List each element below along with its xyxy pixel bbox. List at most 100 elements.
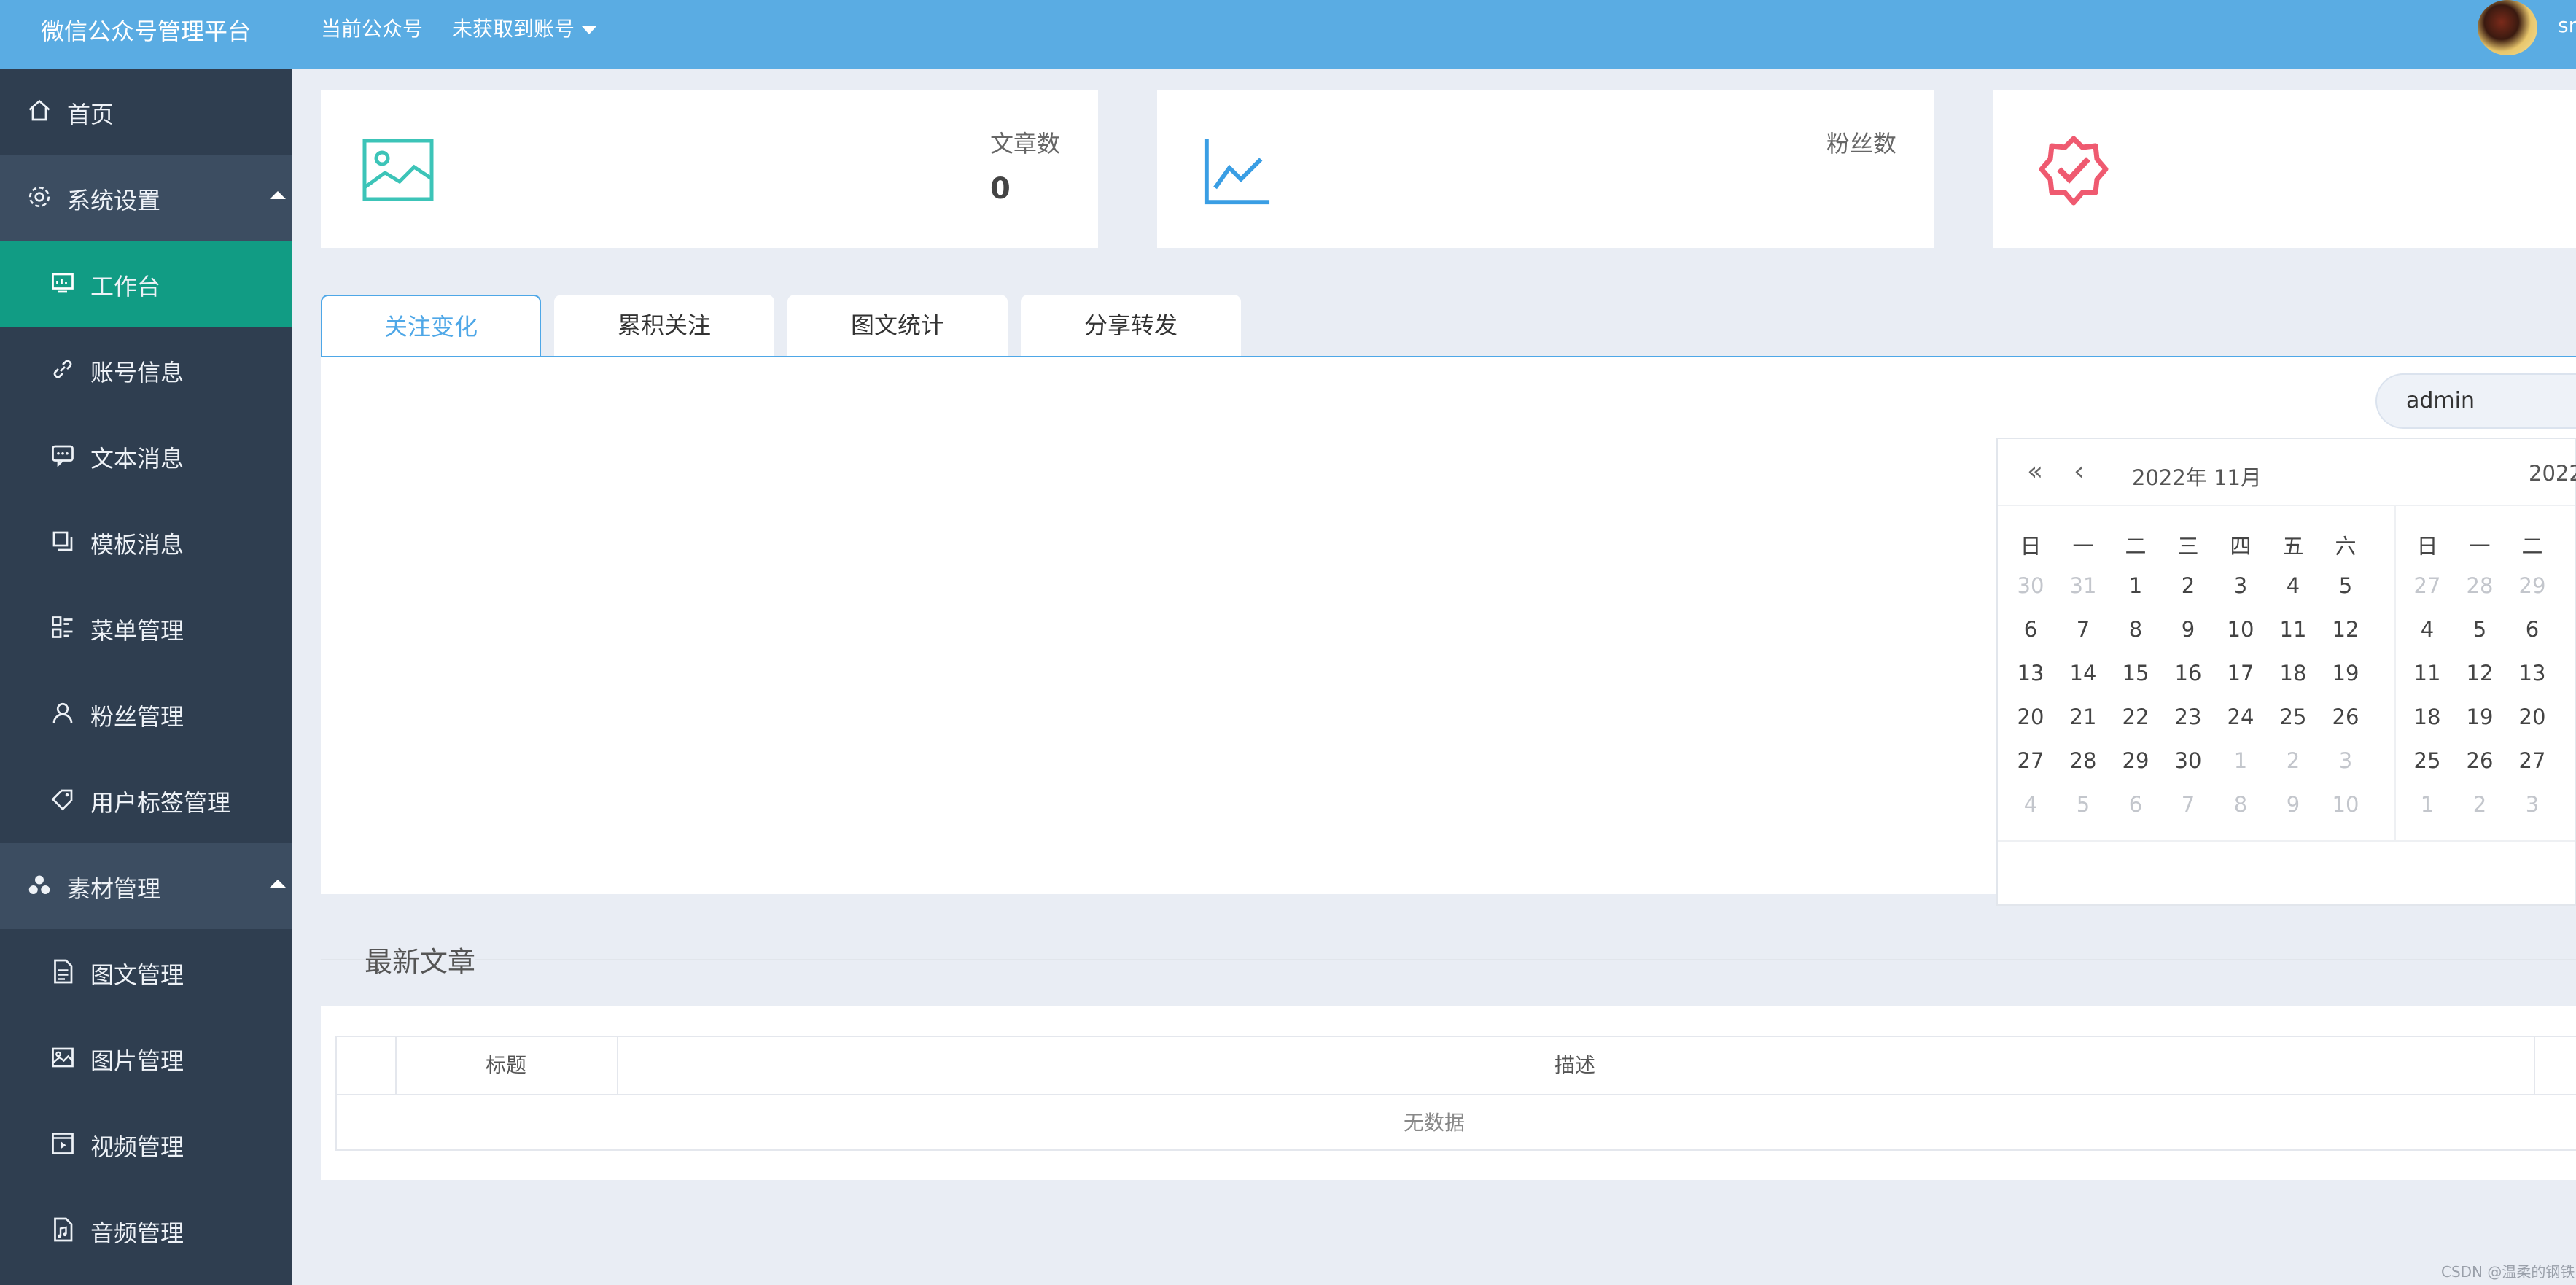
calendar-day[interactable]: 10: [2320, 792, 2371, 817]
sidebar-item-audio-manage[interactable]: 音频管理: [0, 1187, 292, 1273]
calendar-day[interactable]: 29: [2110, 748, 2161, 773]
weekday-label: 一: [2072, 534, 2094, 559]
tab-cumulative-follow[interactable]: 累积关注: [554, 295, 774, 356]
calendar-day[interactable]: 1: [2110, 573, 2161, 598]
calendar-day[interactable]: 5: [2454, 617, 2505, 642]
calendar-day[interactable]: 29: [2507, 573, 2558, 598]
sidebar-item-label: 视频管理: [90, 1133, 184, 1161]
sidebar-item-video-manage[interactable]: 视频管理: [0, 1101, 292, 1187]
calendar-day[interactable]: 19: [2454, 704, 2505, 729]
calendar-day[interactable]: 3: [2215, 573, 2266, 598]
calendar-day[interactable]: 1: [2215, 748, 2266, 773]
calendar-day[interactable]: 9: [2268, 792, 2319, 817]
calendar-day[interactable]: 3: [2507, 792, 2558, 817]
calendar-day[interactable]: 25: [2268, 704, 2319, 729]
picture-icon: [362, 139, 434, 201]
calendar-day[interactable]: 22: [2110, 704, 2161, 729]
sidebar-item-image-manage[interactable]: 图片管理: [0, 1015, 292, 1101]
account-dropdown-label: 未获取到账号: [452, 17, 575, 41]
calendar-day[interactable]: 21: [2058, 704, 2109, 729]
calendar-day[interactable]: 17: [2215, 661, 2266, 686]
calendar-day[interactable]: 2: [2163, 573, 2214, 598]
calendar-day[interactable]: 12: [2320, 617, 2371, 642]
calendar-day[interactable]: 2: [2454, 792, 2505, 817]
calendar-day[interactable]: 19: [2320, 661, 2371, 686]
calendar-day[interactable]: 8: [2110, 617, 2161, 642]
calendar-day[interactable]: 26: [2320, 704, 2371, 729]
calendar-day[interactable]: 25: [2402, 748, 2453, 773]
column-header-title: 标题: [485, 1053, 526, 1077]
calendar-day[interactable]: 4: [2268, 573, 2319, 598]
menu-icon: [52, 616, 73, 638]
calendar-day[interactable]: 15: [2110, 661, 2161, 686]
calendar-day[interactable]: 7: [2163, 792, 2214, 817]
calendar-day[interactable]: 26: [2454, 748, 2505, 773]
calendar-day[interactable]: 24: [2215, 704, 2266, 729]
sidebar-item-home[interactable]: 首页: [0, 69, 292, 155]
account-dropdown[interactable]: 未获取到账号: [452, 13, 597, 42]
calendar-day[interactable]: 2: [2268, 748, 2319, 773]
calendar-day[interactable]: 6: [2005, 617, 2056, 642]
calendar-day[interactable]: 30: [2163, 748, 2214, 773]
sidebar-item-account-info[interactable]: 账号信息: [0, 327, 292, 413]
calendar-day[interactable]: 10: [2215, 617, 2266, 642]
calendar-day[interactable]: 27: [2402, 573, 2453, 598]
calendar-day[interactable]: 3: [2320, 748, 2371, 773]
tab-share-forward[interactable]: 分享转发: [1021, 295, 1241, 356]
gear-icon: [28, 186, 50, 208]
calendar-day[interactable]: 18: [2402, 704, 2453, 729]
calendar-day[interactable]: 14: [2058, 661, 2109, 686]
tab-article-stats[interactable]: 图文统计: [787, 295, 1008, 356]
calendar-day[interactable]: 27: [2507, 748, 2558, 773]
calendar-day[interactable]: 1: [2402, 792, 2453, 817]
username-label[interactable]: sr: [2558, 13, 2576, 37]
calendar-day[interactable]: 16: [2163, 661, 2214, 686]
stat-card-verified: [1993, 90, 2576, 248]
sidebar-item-article-manage[interactable]: 图文管理: [0, 929, 292, 1015]
sidebar-item-text-message[interactable]: 文本消息: [0, 413, 292, 499]
calendar-day[interactable]: 9: [2163, 617, 2214, 642]
calendar-day[interactable]: 8: [2215, 792, 2266, 817]
sidebar-item-menu-manage[interactable]: 菜单管理: [0, 585, 292, 671]
chevron-left-icon[interactable]: ‹: [2074, 457, 2084, 486]
caret-up-icon: [270, 191, 286, 199]
calendar-day[interactable]: 11: [2268, 617, 2319, 642]
calendar-day[interactable]: 11: [2402, 661, 2453, 686]
calendar-day[interactable]: 23: [2163, 704, 2214, 729]
calendar-day[interactable]: 20: [2507, 704, 2558, 729]
calendar-day[interactable]: 27: [2005, 748, 2056, 773]
sidebar-item-template-message[interactable]: 模板消息: [0, 499, 292, 585]
date-range-input[interactable]: admin: [2375, 373, 2576, 429]
sidebar-item-fans-manage[interactable]: 粉丝管理: [0, 671, 292, 757]
weekday-label: 日: [2020, 534, 2042, 559]
calendar-day[interactable]: 12: [2454, 661, 2505, 686]
tab-follow-change[interactable]: 关注变化: [321, 295, 541, 356]
calendar-day[interactable]: 6: [2110, 792, 2161, 817]
calendar-day[interactable]: 13: [2507, 661, 2558, 686]
current-account-label: 当前公众号: [321, 17, 424, 41]
calendar-day[interactable]: 6: [2507, 617, 2558, 642]
calendar-day[interactable]: 30: [2005, 573, 2056, 598]
date-picker-popup: « ‹ 2022年 11月 2022 日一二三四五六 30 31 1 2 3 4 5 6 7 8 9 1…: [1996, 438, 2576, 906]
calendar-day[interactable]: 13: [2005, 661, 2056, 686]
sidebar-item-system-settings[interactable]: 系统设置: [0, 155, 292, 241]
calendar-day[interactable]: 4: [2005, 792, 2056, 817]
tag-icon: [51, 789, 73, 811]
calendar-day[interactable]: 18: [2268, 661, 2319, 686]
sidebar-item-material-manage[interactable]: 素材管理: [0, 843, 292, 929]
sidebar-item-label: 首页: [67, 101, 114, 128]
calendar-day[interactable]: 5: [2058, 792, 2109, 817]
sidebar-item-workbench[interactable]: 工作台: [0, 241, 292, 327]
sidebar-item-user-tags[interactable]: 用户标签管理: [0, 757, 292, 843]
calendar-day[interactable]: 4: [2402, 617, 2453, 642]
message-icon: [52, 445, 74, 467]
image-icon: [52, 1047, 74, 1068]
double-chevron-left-icon[interactable]: «: [2027, 457, 2043, 486]
calendar-day[interactable]: 5: [2320, 573, 2371, 598]
calendar-day[interactable]: 28: [2058, 748, 2109, 773]
calendar-day[interactable]: 7: [2058, 617, 2109, 642]
avatar[interactable]: [2478, 0, 2537, 55]
calendar-day[interactable]: 28: [2454, 573, 2505, 598]
calendar-day[interactable]: 20: [2005, 704, 2056, 729]
calendar-day[interactable]: 31: [2058, 573, 2109, 598]
